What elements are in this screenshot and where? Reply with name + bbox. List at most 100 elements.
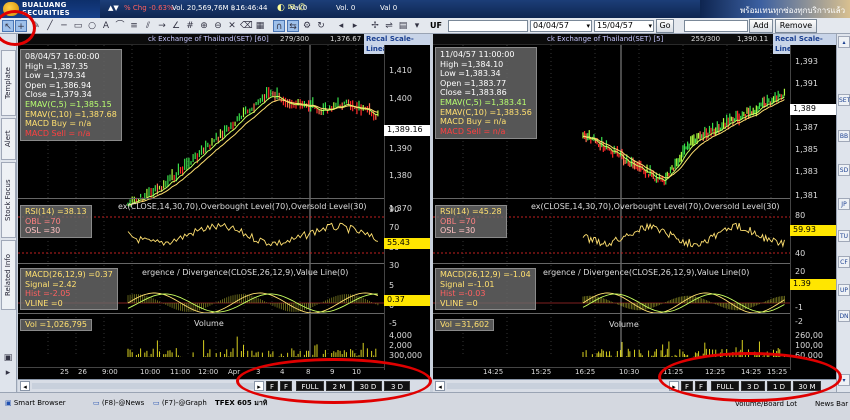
arrow-tool-icon[interactable]: →	[156, 20, 168, 32]
right-price-tick: 1,391	[795, 79, 818, 88]
taskbar-label: Smart Browser	[13, 399, 66, 407]
taskbar-news[interactable]: ▭ (F8)-@News	[90, 397, 147, 410]
sidebar-tab-alert[interactable]: Alert	[1, 118, 16, 160]
left-vol-title: Volume	[194, 319, 224, 328]
right-vol-tick: 100,00	[795, 341, 823, 350]
ticker-val-2: Val 0	[380, 4, 398, 12]
taskbar-news-bar[interactable]: News Bar	[812, 398, 850, 411]
channel-tool-icon[interactable]: ⫽	[142, 20, 154, 32]
rail-button-sd[interactable]: SD	[838, 164, 850, 176]
right-price-tick: 1,383	[795, 167, 818, 176]
left-price-axis: 1,410 1,400 1,390 1,380 1,370 90 70 50 3…	[384, 45, 430, 370]
macd-value: MACD(26,12,9) =0.37	[25, 270, 113, 279]
rsi-line	[127, 222, 379, 247]
grid-tool-icon[interactable]: #	[184, 20, 196, 32]
sidebar-save-icon[interactable]: ▣	[2, 352, 14, 364]
right-bar-counter: 255/300	[691, 35, 721, 43]
left-price-tick: 1,380	[389, 171, 412, 180]
sidebar-tab-stock-focus[interactable]: Stock Focus	[1, 162, 16, 238]
logo-line1: BUALUANG	[22, 1, 67, 9]
ticker-vol-2: Vol. 0	[336, 4, 356, 12]
settings-icon[interactable]: ⚙	[301, 20, 313, 32]
right-macd-tick: -2	[795, 317, 803, 326]
right-vol-tick: 260,00	[795, 331, 823, 340]
right-chart-panel[interactable]: ck Exchange of Thailand(SET) [5] 255/300…	[433, 34, 836, 392]
info-open: Open =1,386.94	[25, 80, 92, 90]
rail-button-tu[interactable]: TU	[838, 230, 850, 242]
date-to-input[interactable]: 15/04/57 ▾	[594, 20, 654, 32]
right-last-value: 1,390.11	[737, 35, 769, 43]
eraser-icon[interactable]: ⌫	[240, 20, 253, 32]
scroll-left-button[interactable]: ◂	[435, 381, 445, 391]
link-charts-icon[interactable]: ⇆	[287, 20, 299, 32]
right-price-tick: 1,381	[795, 191, 818, 200]
scroll-right-icon[interactable]: ▸	[349, 20, 361, 32]
rail-button-up[interactable]: UP	[838, 284, 850, 296]
right-chart-title-bar: ck Exchange of Thailand(SET) [5] 255/300…	[433, 34, 836, 54]
line-tool-icon[interactable]: ╱	[44, 20, 56, 32]
rail-button-dn[interactable]: DN	[838, 310, 850, 322]
save-icon[interactable]: ▾	[411, 20, 423, 32]
x-label: 16:25	[575, 368, 596, 376]
taskbar-smart-browser[interactable]: ▣ Smart Browser	[2, 397, 69, 410]
zoom-out-icon[interactable]: ⊖	[212, 20, 224, 32]
left-macd-tick: -5	[389, 319, 397, 328]
layout-icon[interactable]: ▦	[254, 20, 266, 32]
angle-tool-icon[interactable]: ∠	[170, 20, 182, 32]
right-rsi-tick: 80	[795, 211, 806, 220]
magnet-icon[interactable]: ∩	[273, 20, 285, 32]
left-chart-panel[interactable]: ck Exchange of Thailand(SET) [60] 279/30…	[18, 34, 430, 392]
symbol-select[interactable]	[448, 20, 528, 32]
right-chart-title: ck Exchange of Thailand(SET) [5]	[547, 35, 664, 43]
x-label: 25	[60, 368, 69, 376]
rect-tool-icon[interactable]: ▭	[72, 20, 84, 32]
add-button[interactable]: Add	[749, 19, 773, 33]
fib-tool-icon[interactable]: ≡	[128, 20, 140, 32]
right-time-scrollbar[interactable]	[447, 383, 666, 389]
left-rsi-tick: 90	[389, 205, 400, 214]
taskbar-graph[interactable]: ▭ (F7)-@Graph	[150, 397, 210, 410]
ticker-volume: Vol. 20,569,76M ฿.	[172, 4, 238, 12]
right-price-tag: 1,389	[790, 104, 836, 115]
date-from-input[interactable]: 04/04/57 ▾	[530, 20, 592, 32]
delete-drawing-icon[interactable]: ✕	[226, 20, 238, 32]
insert-indicator-icon[interactable]: ✢	[369, 20, 381, 32]
arc-tool-icon[interactable]: ⌒	[114, 20, 126, 32]
symbol-add-input[interactable]	[684, 20, 748, 32]
rail-button-bb[interactable]: BB	[838, 130, 850, 142]
right-rsi-tick: 20	[795, 267, 806, 276]
rail-button-cf[interactable]: CF	[838, 256, 850, 268]
x-label: 15:25	[531, 368, 552, 376]
zoom-in-icon[interactable]: ⊕	[198, 20, 210, 32]
calendar-dropdown-icon[interactable]: ▾	[648, 21, 652, 31]
scroll-left-button[interactable]: ◂	[20, 381, 30, 391]
text-tool-icon[interactable]: A	[100, 20, 112, 32]
sidebar-tab-template[interactable]: Template	[1, 50, 16, 116]
compare-icon[interactable]: ⇌	[383, 20, 395, 32]
info-ema5: EMAV(C,5) =1,385.15	[25, 99, 112, 109]
divider	[433, 198, 790, 199]
info-ema10: EMAV(C,10) =1,383.56	[440, 107, 532, 117]
left-time-scrollbar[interactable]	[32, 383, 260, 389]
x-label: 14:25	[483, 368, 504, 376]
rail-button-set[interactable]: SET	[838, 94, 850, 106]
rail-scroll-up-icon[interactable]: ▴	[838, 36, 850, 48]
go-button[interactable]: Go	[656, 19, 674, 33]
rail-button-jp[interactable]: JP	[838, 198, 850, 210]
right-tool-rail: ▴ SET BB SD JP TU CF UP DN ▾	[836, 34, 850, 392]
taskbar-tfex[interactable]: TFEX 605 มาทิ	[212, 397, 270, 410]
hline-tool-icon[interactable]: ─	[58, 20, 70, 32]
ellipse-tool-icon[interactable]: ○	[86, 20, 98, 32]
chart-type-icon[interactable]: ▤	[397, 20, 409, 32]
right-rsi-tag: 59.93	[790, 225, 836, 236]
sidebar-expand-icon[interactable]: ▸	[2, 367, 14, 379]
right-rsi-title: ex(CLOSE,14,30,70),Overbought Level(70),…	[531, 202, 780, 211]
promo-banner[interactable]: พร้อมเทนทุกซ่องทุกบริการแล้ว	[700, 0, 850, 18]
remove-button[interactable]: Remove	[775, 19, 817, 33]
divider	[18, 313, 384, 314]
scroll-left-icon[interactable]: ◂	[335, 20, 347, 32]
info-low: Low =1,383.34	[440, 69, 501, 79]
refresh-icon[interactable]: ↻	[315, 20, 327, 32]
sidebar-tab-related-info[interactable]: Related Info	[1, 240, 16, 310]
calendar-dropdown-icon[interactable]: ▾	[586, 21, 590, 31]
